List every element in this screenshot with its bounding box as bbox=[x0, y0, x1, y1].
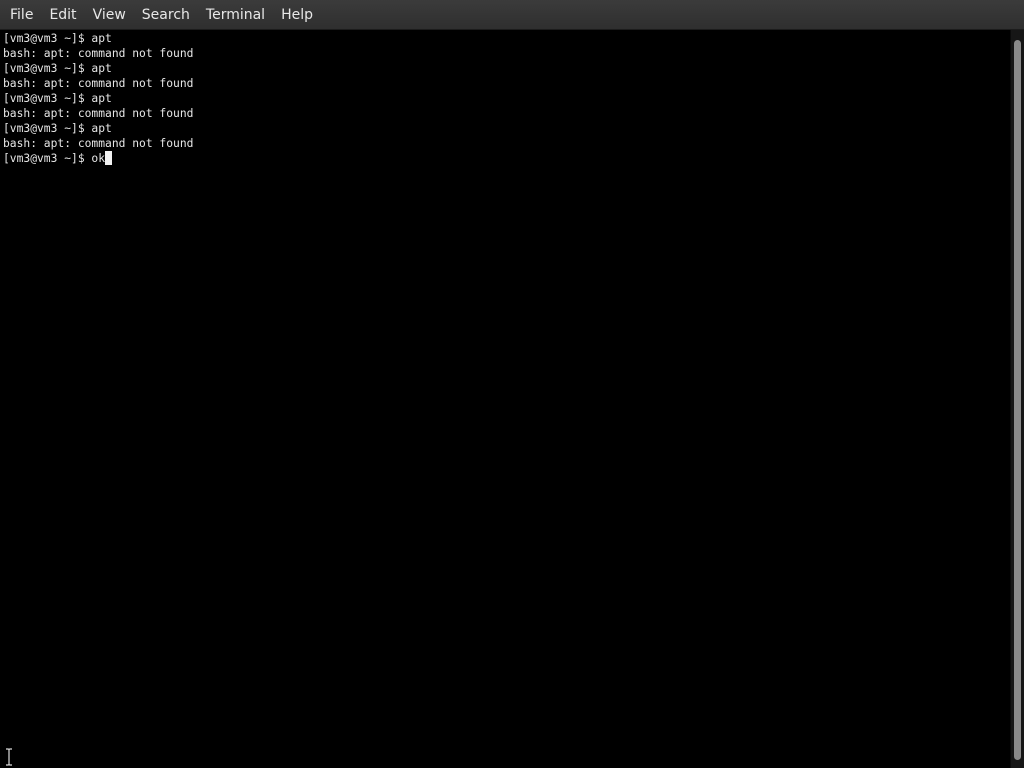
vertical-scrollbar[interactable] bbox=[1010, 30, 1024, 768]
menu-help[interactable]: Help bbox=[273, 0, 321, 30]
terminal-window: File Edit View Search Terminal Help [vm3… bbox=[0, 0, 1024, 768]
terminal-cursor bbox=[105, 151, 113, 165]
terminal-prompt: [vm3@vm3 ~]$ bbox=[3, 152, 92, 165]
terminal-line: bash: apt: command not found bbox=[3, 107, 194, 120]
menu-terminal[interactable]: Terminal bbox=[198, 0, 273, 30]
terminal-line: bash: apt: command not found bbox=[3, 47, 194, 60]
terminal-line: [vm3@vm3 ~]$ apt bbox=[3, 62, 112, 75]
menu-search[interactable]: Search bbox=[134, 0, 198, 30]
scrollbar-thumb[interactable] bbox=[1014, 40, 1021, 760]
terminal-input[interactable]: ok bbox=[91, 152, 105, 165]
terminal-line: bash: apt: command not found bbox=[3, 77, 194, 90]
terminal-input-line[interactable]: [vm3@vm3 ~]$ ok bbox=[3, 151, 1010, 166]
terminal-line: [vm3@vm3 ~]$ apt bbox=[3, 122, 112, 135]
menu-bar: File Edit View Search Terminal Help bbox=[0, 0, 1024, 30]
menu-view[interactable]: View bbox=[85, 0, 134, 30]
terminal-line: bash: apt: command not found bbox=[3, 137, 194, 150]
menu-edit[interactable]: Edit bbox=[41, 0, 84, 30]
terminal-line: [vm3@vm3 ~]$ apt bbox=[3, 32, 112, 45]
terminal-output[interactable]: [vm3@vm3 ~]$ apt bash: apt: command not … bbox=[0, 30, 1010, 768]
menu-file[interactable]: File bbox=[2, 0, 41, 30]
terminal-line: [vm3@vm3 ~]$ apt bbox=[3, 92, 112, 105]
text-ibeam-icon bbox=[6, 748, 12, 766]
